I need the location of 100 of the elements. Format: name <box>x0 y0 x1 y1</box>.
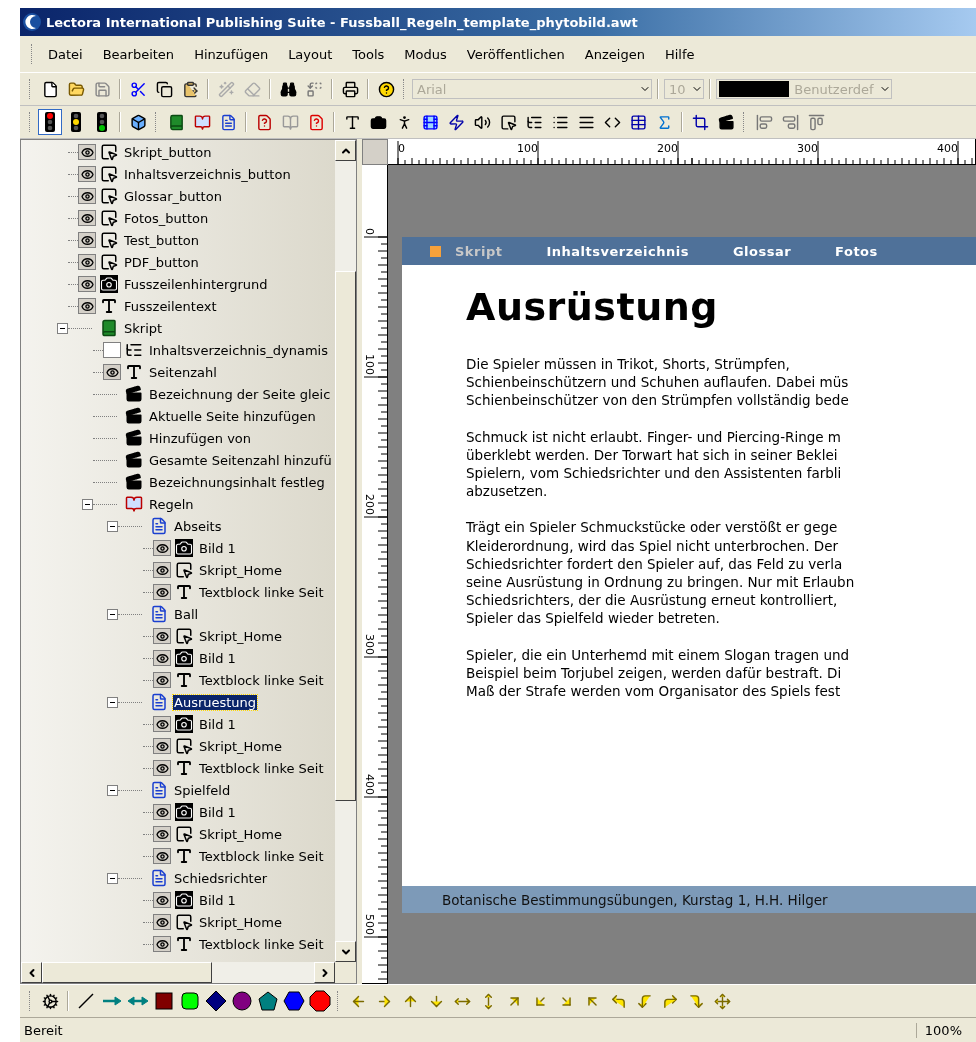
tree-item[interactable]: Seitenzahl <box>148 364 218 380</box>
tree-item[interactable]: Ausruestung <box>173 694 258 710</box>
eye-icon[interactable] <box>153 738 171 754</box>
tree-item[interactable]: Bild 1 <box>198 892 237 908</box>
eye-icon[interactable] <box>103 364 121 380</box>
collapse-toggle[interactable] <box>107 608 118 620</box>
eye-icon[interactable] <box>78 276 96 292</box>
tree-item[interactable]: Inhaltsverzeichnis_button <box>123 166 292 182</box>
pointer-window-icon <box>100 165 118 183</box>
tree-item[interactable]: Textblock linke Seit <box>198 760 325 776</box>
eye-icon[interactable] <box>153 540 171 556</box>
tree-item[interactable]: Textblock linke Seit <box>198 936 325 952</box>
tree-item[interactable]: Bild 1 <box>198 804 237 820</box>
tree-item[interactable]: Skript_Home <box>198 826 283 842</box>
tree-item[interactable]: Test_button <box>123 232 200 248</box>
tree-item[interactable]: Abseits <box>173 518 223 534</box>
tree-item[interactable]: Skript_Home <box>198 738 283 754</box>
menu-item[interactable]: Anzeigen <box>574 46 655 62</box>
tree-item[interactable]: Hinzufügen von <box>148 430 252 446</box>
eye-icon[interactable] <box>153 892 171 908</box>
tree-item[interactable]: Textblock linke Seit <box>198 672 325 688</box>
eye-icon[interactable] <box>78 254 96 270</box>
tree-item[interactable]: Bezeichnungsinhalt festleg <box>148 474 326 490</box>
menu-item[interactable]: Datei <box>38 46 93 62</box>
tree-item[interactable]: Skript <box>123 320 164 336</box>
tree-item[interactable]: Skript_button <box>123 144 213 160</box>
tree-item[interactable]: Bild 1 <box>198 540 237 556</box>
book-icon <box>100 319 118 337</box>
eye-icon[interactable] <box>153 650 171 666</box>
collapse-toggle[interactable] <box>57 322 68 334</box>
film-icon <box>421 113 439 131</box>
collapse-toggle[interactable] <box>82 498 93 510</box>
eye-icon[interactable] <box>153 826 171 842</box>
tree-item[interactable]: Textblock linke Seit <box>198 584 325 600</box>
tree-item[interactable]: Glossar_button <box>123 188 223 204</box>
scroll-right-button[interactable] <box>314 962 335 983</box>
tree-item[interactable]: Gesamte Seitenzahl hinzufü <box>148 452 333 468</box>
menu-item[interactable]: Hilfe <box>654 46 705 62</box>
nav-link[interactable]: Glossar <box>732 243 792 259</box>
tree-item[interactable]: Skript_Home <box>198 914 283 930</box>
tree-item[interactable]: Schiedsrichter <box>173 870 269 886</box>
collapse-toggle[interactable] <box>107 784 118 796</box>
document-icon <box>150 781 168 799</box>
menu-item[interactable]: Veröffentlichen <box>456 46 575 62</box>
eye-icon[interactable] <box>78 166 96 182</box>
menu-item[interactable]: Modus <box>394 46 457 62</box>
nav-link[interactable]: Fotos <box>835 243 878 259</box>
tree-item[interactable]: Bild 1 <box>198 650 237 666</box>
tree-item[interactable]: Textblock linke Seit <box>198 848 325 864</box>
tree-item[interactable]: Bezeichnung der Seite gleic <box>148 386 332 402</box>
tree-item[interactable]: Fusszeilentext <box>123 298 218 314</box>
eye-icon[interactable] <box>153 628 171 644</box>
tree-item[interactable]: Skript_Home <box>198 562 283 578</box>
eye-icon[interactable] <box>153 804 171 820</box>
tree-item[interactable]: Ball <box>173 606 200 622</box>
scroll-thumb[interactable] <box>42 962 212 983</box>
menu-item[interactable]: Hinzufügen <box>184 46 279 62</box>
eye-icon[interactable] <box>153 936 171 952</box>
zoom-level: 100% <box>915 1022 976 1038</box>
eye-icon[interactable] <box>153 716 171 732</box>
scroll-up-button[interactable] <box>335 140 356 161</box>
tree-item[interactable]: Aktuelle Seite hinzufügen <box>148 408 317 424</box>
tree-item[interactable]: Skript_Home <box>198 628 283 644</box>
nav-link[interactable]: Inhaltsverzeichnis <box>546 243 689 259</box>
collapse-toggle[interactable] <box>107 696 118 708</box>
scroll-thumb[interactable] <box>335 271 356 801</box>
tree-item[interactable]: Fusszeilenhintergrund <box>123 276 269 292</box>
menu-item[interactable]: Tools <box>342 46 395 62</box>
eye-icon[interactable] <box>78 232 96 248</box>
menu-item[interactable]: Bearbeiten <box>92 46 185 62</box>
eye-icon[interactable] <box>153 848 171 864</box>
visibility-checkbox[interactable] <box>103 342 121 358</box>
pointer-window-icon <box>175 737 193 755</box>
toolbar-button[interactable] <box>38 109 62 135</box>
eye-icon[interactable] <box>78 188 96 204</box>
horizontal-scrollbar[interactable] <box>21 962 335 983</box>
tree-item[interactable]: Regeln <box>148 496 195 512</box>
tree-item[interactable]: Spielfeld <box>173 782 232 798</box>
collapse-toggle[interactable] <box>107 520 118 532</box>
paragraph: Spieler, die ein Unterhemd mit einem Slogan tragen und Beispiel beim Torjubel zeigen, werden dafür bestraft. Di Maß der Strafe werden vom Organisator des Spiels fest <box>466 645 851 701</box>
eye-icon[interactable] <box>153 584 171 600</box>
eye-icon[interactable] <box>153 562 171 578</box>
scroll-left-button[interactable] <box>21 962 42 983</box>
tree-item[interactable]: Inhaltsverzeichnis_dynamis <box>148 342 329 358</box>
vertical-scrollbar[interactable] <box>335 140 356 962</box>
eye-icon[interactable] <box>153 760 171 776</box>
tree-item[interactable]: PDF_button <box>123 254 200 270</box>
tree-item[interactable]: Bild 1 <box>198 716 237 732</box>
camera-icon <box>175 803 193 821</box>
eye-icon[interactable] <box>153 914 171 930</box>
eye-icon[interactable] <box>78 210 96 226</box>
eye-icon[interactable] <box>78 144 96 160</box>
ruler-number: 400 <box>363 774 376 795</box>
eye-icon[interactable] <box>78 298 96 314</box>
menu-item[interactable]: Layout <box>278 46 343 62</box>
eye-icon[interactable] <box>153 672 171 688</box>
eraser-icon <box>243 80 261 98</box>
tree-item[interactable]: Fotos_button <box>123 210 210 226</box>
collapse-toggle[interactable] <box>107 872 118 884</box>
scroll-down-button[interactable] <box>335 941 356 962</box>
